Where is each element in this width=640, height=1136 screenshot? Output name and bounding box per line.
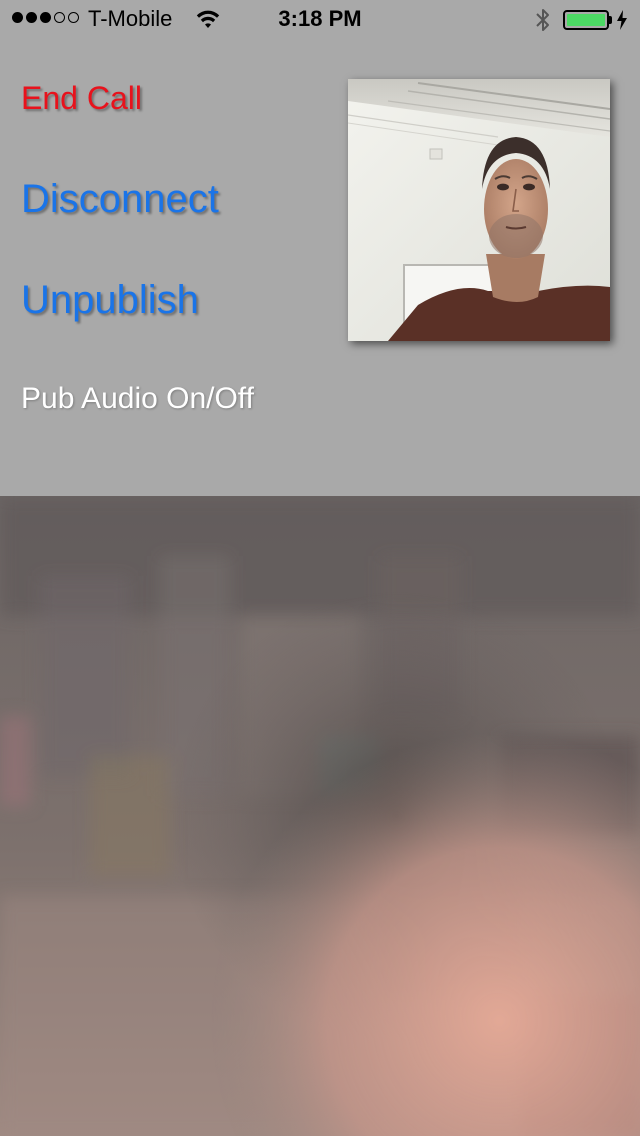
publisher-camera-preview xyxy=(348,79,610,341)
pub-audio-toggle-button[interactable]: Pub Audio On/Off xyxy=(21,382,254,416)
charging-bolt-icon xyxy=(617,10,627,30)
subscriber-video-stream xyxy=(0,496,640,1136)
disconnect-button[interactable]: Disconnect xyxy=(21,177,219,222)
battery-icon xyxy=(563,10,609,30)
subscriber-video-view[interactable] xyxy=(0,496,640,1136)
battery-level xyxy=(567,14,605,26)
status-bar: T-Mobile 3:18 PM xyxy=(0,0,640,40)
unpublish-button[interactable]: Unpublish xyxy=(21,278,199,323)
battery-tip xyxy=(609,16,612,24)
end-call-button[interactable]: End Call xyxy=(21,80,142,117)
publisher-video-view[interactable] xyxy=(348,79,610,341)
bluetooth-icon xyxy=(536,9,549,31)
